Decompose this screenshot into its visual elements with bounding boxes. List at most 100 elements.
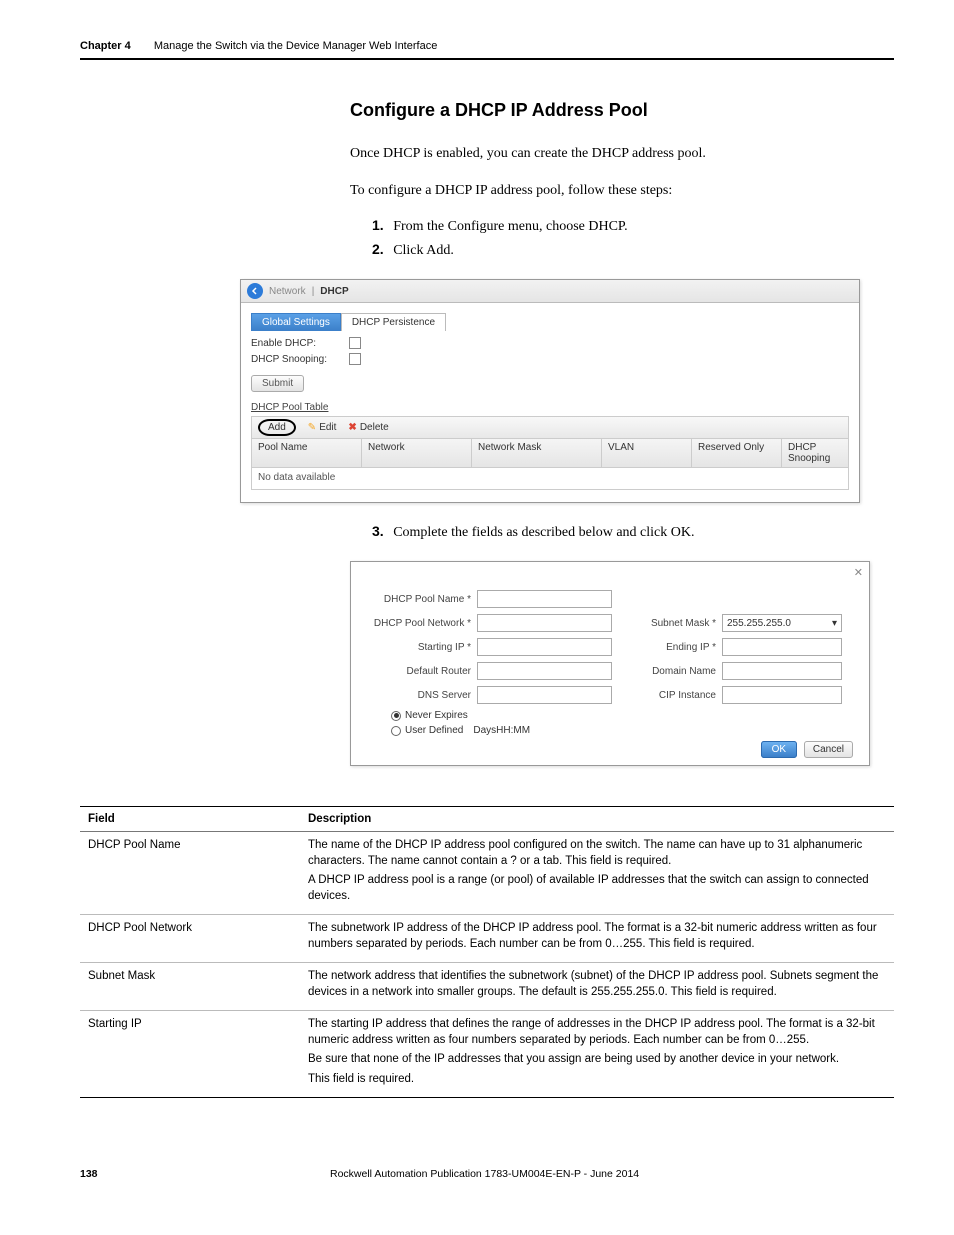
ending-ip-field[interactable] [722, 638, 842, 656]
col-reserved-only: Reserved Only [692, 439, 782, 467]
field-desc-cell: The network address that identifies the … [300, 963, 894, 1011]
pool-table-header: Pool Name Network Network Mask VLAN Rese… [251, 439, 849, 468]
col-pool-name: Pool Name [252, 439, 362, 467]
field-desc-cell: The starting IP address that defines the… [300, 1011, 894, 1098]
intro-paragraph-2: To configure a DHCP IP address pool, fol… [350, 180, 894, 201]
cip-instance-field[interactable] [722, 686, 842, 704]
dhcp-pool-name-field[interactable] [477, 590, 612, 608]
step-1: 1. From the Configure menu, choose DHCP. [372, 217, 894, 235]
subnet-mask-label: Subnet Mask * [632, 618, 722, 629]
step-2: 2. Click Add. [372, 241, 894, 259]
table-row: DHCP Pool NetworkThe subnetwork IP addre… [80, 915, 894, 963]
step-text: Click Add. [393, 243, 454, 258]
pool-table-title: DHCP Pool Table [251, 402, 849, 413]
field-desc-cell: The subnetwork IP address of the DHCP IP… [300, 915, 894, 963]
breadcrumb-separator: | [312, 286, 315, 297]
pool-table-body: No data available [251, 468, 849, 490]
screenshot-dhcp-panel: Network | DHCP Global Settings DHCP Pers… [240, 279, 860, 503]
chevron-down-icon: ▾ [832, 618, 837, 629]
desc-paragraph: The starting IP address that defines the… [308, 1017, 886, 1048]
dns-server-field[interactable] [477, 686, 612, 704]
never-expires-label: Never Expires [405, 710, 468, 721]
screenshot-dhcp-dialog: ✕ DHCP Pool Name * DHCP Pool Network * S… [350, 561, 870, 766]
field-name-cell: Starting IP [80, 1011, 300, 1098]
domain-name-label: Domain Name [632, 666, 722, 677]
desc-paragraph: Be sure that none of the IP addresses th… [308, 1052, 886, 1068]
starting-ip-label: Starting IP * [367, 642, 477, 653]
step-number: 3. [372, 523, 384, 539]
delete-label: Delete [360, 422, 389, 433]
breadcrumb-bar: Network | DHCP [241, 280, 859, 303]
dns-server-label: DNS Server [367, 690, 477, 701]
submit-button[interactable]: Submit [251, 375, 304, 392]
edit-button[interactable]: ✎ Edit [308, 422, 337, 433]
days-label: Days [473, 725, 496, 736]
pencil-icon: ✎ [308, 422, 316, 433]
desc-paragraph: A DHCP IP address pool is a range (or po… [308, 873, 886, 904]
publication-info: Rockwell Automation Publication 1783-UM0… [330, 1168, 639, 1180]
col-description: Description [300, 807, 894, 832]
desc-paragraph: The subnetwork IP address of the DHCP IP… [308, 921, 886, 952]
ending-ip-label: Ending IP * [632, 642, 722, 653]
add-button[interactable]: Add [268, 422, 286, 433]
page-number: 138 [80, 1168, 330, 1180]
desc-paragraph: The name of the DHCP IP address pool con… [308, 838, 886, 869]
hhmm-label: HH:MM [496, 725, 530, 736]
col-network: Network [362, 439, 472, 467]
step-number: 2. [372, 241, 384, 257]
subnet-mask-value: 255.255.255.0 [727, 618, 791, 629]
edit-label: Edit [319, 422, 336, 433]
breadcrumb-dhcp: DHCP [320, 286, 348, 297]
subnet-mask-select[interactable]: 255.255.255.0 ▾ [722, 614, 842, 632]
step-text: Complete the fields as described below a… [393, 525, 694, 540]
col-network-mask: Network Mask [472, 439, 602, 467]
step-text: From the Configure menu, choose DHCP. [393, 219, 627, 234]
dhcp-pool-network-field[interactable] [477, 614, 612, 632]
default-router-field[interactable] [477, 662, 612, 680]
col-dhcp-snooping: DHCP Snooping [782, 439, 848, 467]
user-defined-radio[interactable] [391, 726, 401, 736]
field-description-table: Field Description DHCP Pool Name The name… [80, 806, 894, 1098]
cancel-button[interactable]: Cancel [804, 741, 853, 758]
chapter-label: Chapter 4 [80, 40, 131, 52]
close-icon[interactable]: ✕ [854, 566, 863, 579]
desc-paragraph: The network address that identifies the … [308, 969, 886, 1000]
section-heading: Configure a DHCP IP Address Pool [350, 100, 894, 121]
intro-paragraph-1: Once DHCP is enabled, you can create the… [350, 143, 894, 164]
table-row: Starting IP The starting IP address that … [80, 1011, 894, 1098]
dhcp-pool-network-label: DHCP Pool Network * [367, 618, 477, 629]
never-expires-radio[interactable] [391, 711, 401, 721]
pool-toolbar: Add ✎ Edit ✖ Delete [251, 416, 849, 439]
page-footer: 138 Rockwell Automation Publication 1783… [80, 1168, 894, 1180]
enable-dhcp-checkbox[interactable] [349, 337, 361, 349]
col-field: Field [80, 807, 300, 832]
cip-instance-label: CIP Instance [632, 690, 722, 701]
table-row: Subnet Mask The network address that iden… [80, 963, 894, 1011]
tab-global-settings[interactable]: Global Settings [251, 313, 341, 331]
running-header: Chapter 4 Manage the Switch via the Devi… [80, 40, 894, 60]
delete-button[interactable]: ✖ Delete [348, 422, 388, 433]
ok-button[interactable]: OK [761, 741, 797, 758]
step-3: 3. Complete the fields as described belo… [372, 523, 894, 541]
chapter-title: Manage the Switch via the Device Manager… [154, 40, 438, 52]
no-data-text: No data available [258, 472, 335, 483]
tab-dhcp-persistence[interactable]: DHCP Persistence [341, 313, 446, 331]
default-router-label: Default Router [367, 666, 477, 677]
col-vlan: VLAN [602, 439, 692, 467]
dhcp-snooping-label: DHCP Snooping: [251, 354, 341, 365]
field-desc-cell: The name of the DHCP IP address pool con… [300, 832, 894, 915]
desc-paragraph: This field is required. [308, 1072, 886, 1088]
breadcrumb-network[interactable]: Network [269, 286, 306, 297]
domain-name-field[interactable] [722, 662, 842, 680]
field-name-cell: Subnet Mask [80, 963, 300, 1011]
step-number: 1. [372, 217, 384, 233]
starting-ip-field[interactable] [477, 638, 612, 656]
dhcp-snooping-checkbox[interactable] [349, 353, 361, 365]
table-row: DHCP Pool Name The name of the DHCP IP ad… [80, 832, 894, 915]
user-defined-label: User Defined [405, 725, 463, 736]
back-icon[interactable] [247, 283, 263, 299]
add-button-circled: Add [258, 419, 296, 436]
delete-icon: ✖ [348, 422, 356, 433]
field-name-cell: DHCP Pool Name [80, 832, 300, 915]
enable-dhcp-label: Enable DHCP: [251, 338, 341, 349]
